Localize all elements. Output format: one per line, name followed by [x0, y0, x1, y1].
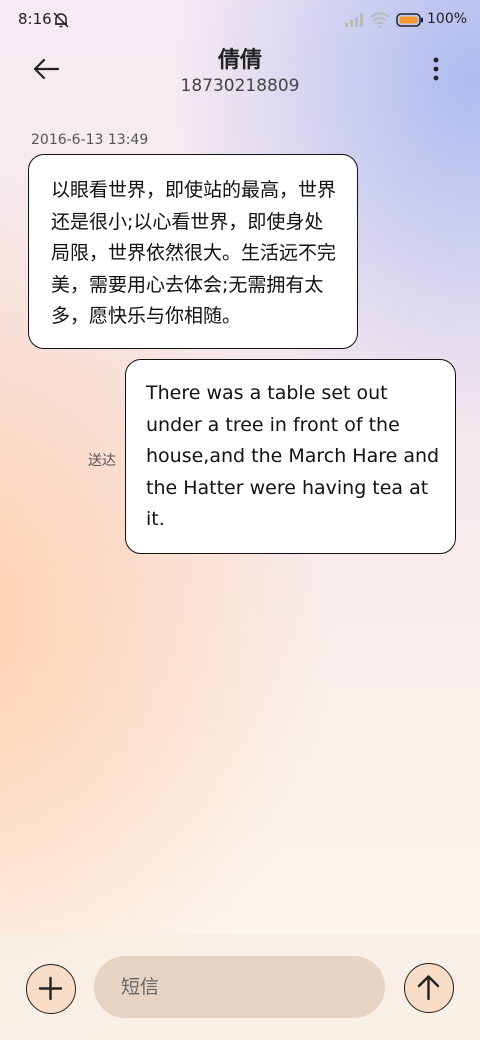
message-line: it. — [146, 508, 165, 530]
status-time: 8:16 — [18, 10, 52, 28]
contact-name: 倩倩 — [217, 48, 262, 73]
add-attachment-button[interactable] — [26, 964, 76, 1014]
plus-icon — [38, 976, 63, 1001]
message-line: the Hatter were having tea at — [146, 476, 429, 499]
message-line: under a tree in front of the — [146, 413, 400, 436]
contact-number: 18730218809 — [180, 76, 300, 96]
message-timestamp: 2016-6-13 13:49 — [31, 132, 149, 148]
status-bar: 8:16 100% — [0, 0, 480, 40]
message-line: 以眼看世界，即使站的最高，世界 — [51, 179, 337, 201]
message-line: house,and the March Hare and — [146, 445, 440, 467]
delivery-status: 送达 — [88, 453, 116, 469]
bell-muted-icon — [53, 12, 69, 28]
message-line: 还是很小;以心看世界，即使身处 — [51, 210, 324, 233]
battery-icon — [396, 13, 423, 27]
send-button[interactable] — [404, 963, 454, 1013]
signal-icon — [345, 13, 363, 27]
send-arrow-up-icon — [417, 975, 440, 1001]
message-line: 多，愿快乐与你相随。 — [51, 305, 242, 327]
outgoing-message-bubble[interactable]: There was a table set out under a tree i… — [125, 359, 456, 554]
battery-percentage: 100% — [427, 11, 468, 27]
message-line: 局限，世界依然很大。生活远不完 — [51, 242, 337, 264]
more-vertical-icon[interactable] — [426, 56, 446, 82]
incoming-message-bubble[interactable]: 以眼看世界，即使站的最高，世界 还是很小;以心看世界，即使身处 局限，世界依然很… — [28, 154, 358, 349]
message-line: There was a table set out — [146, 382, 388, 404]
sms-input[interactable] — [94, 956, 385, 1018]
message-line: 美，需要用心去体会;无需拥有太 — [51, 273, 324, 296]
wifi-icon — [370, 12, 390, 29]
